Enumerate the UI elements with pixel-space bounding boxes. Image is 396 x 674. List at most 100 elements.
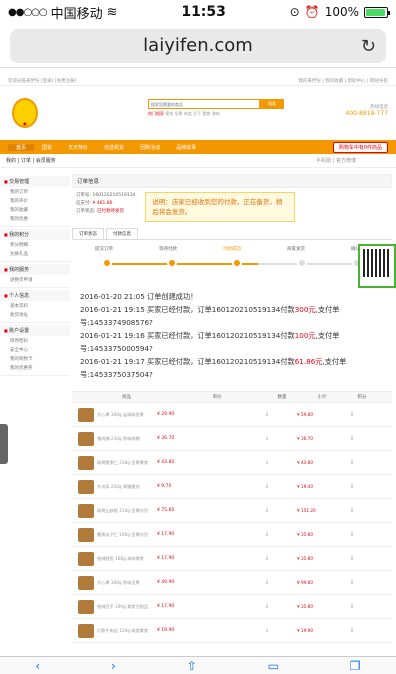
sidebar-item[interactable]: 退换货申请 <box>4 275 70 284</box>
product-thumbnail[interactable] <box>78 479 94 494</box>
product-name[interactable]: 碳烤山核桃 210g 坚果炒货 <box>97 508 157 514</box>
share-icon[interactable]: ⇧ <box>187 659 197 673</box>
product-thumbnail[interactable] <box>78 575 94 590</box>
unit-price: ¥ 17.90 <box>157 556 175 561</box>
product-thumbnail[interactable] <box>78 623 94 638</box>
col-price: 单价 <box>212 395 222 400</box>
table-row: 蟹黄瓜子仁 160g 坚果炒货 ¥ 17.90 2 ¥ 35.80 0 <box>72 523 392 547</box>
sidebar-item[interactable]: 我的订单 <box>4 187 70 196</box>
url-field[interactable]: laiyifen.com ↻ <box>10 28 386 63</box>
product-thumbnail[interactable] <box>78 431 94 446</box>
subtotal: ¥ 35.80 <box>297 604 313 609</box>
site-header: ● 搜索 热门搜索 蜜饯 坚果 肉类 豆干 素食 海味 热线电话 400-881… <box>0 86 396 140</box>
orientation-lock-icon: ⊙ <box>289 5 300 19</box>
product-thumbnail[interactable] <box>78 407 94 422</box>
table-row: 碳烤山核桃 210g 坚果炒货 ¥ 75.60 2 ¥ 151.20 0 <box>72 499 392 523</box>
points: 0 <box>350 484 354 489</box>
sidebar-item[interactable]: 我的评价 <box>4 196 70 205</box>
product-name[interactable]: 蟹黄瓜子仁 160g 坚果炒货 <box>97 532 157 538</box>
product-name[interactable]: 香辣豆干 190g 素食豆制品 <box>97 604 157 610</box>
tabs-icon[interactable]: ❐ <box>350 659 361 673</box>
account-sidebar: 交易管理 我的订单 我的评价 我的收藏 我的优惠 我的积分 积分明细 兑换礼品 … <box>0 174 70 376</box>
sidebar-item[interactable]: 我的购物卡 <box>4 354 70 363</box>
progress-step: 提交订单 <box>95 247 113 252</box>
bookmarks-icon[interactable]: ▭ <box>268 659 279 673</box>
signal-icon: ●●○○○ <box>8 6 48 18</box>
order-amount: ¥ 461.86 <box>92 201 113 206</box>
nav-item-6[interactable]: 品牌故事 <box>168 144 204 151</box>
order-log: 2016-01-20 21:05 订单创建成功！ 2016-01-21 19:1… <box>72 290 392 381</box>
log-text: 2016-01-21 19:16 买家已经付款，订单16012021051913… <box>80 331 295 340</box>
sidebar-item[interactable]: 积分明细 <box>4 240 70 249</box>
table-header: 商品 单价 数量 小计 积分 <box>72 391 392 403</box>
product-thumbnail[interactable] <box>78 527 94 542</box>
account-links[interactable]: 我的来伊份 | 我的收藏 | 帮助中心 | 网站导航 <box>298 78 388 84</box>
product-table: 开心果 160g 盐焗味坚果 ¥ 29.90 2 ¥ 59.80 0 猪肉脯 230g 原… <box>72 403 392 643</box>
site-logo[interactable]: ● <box>12 98 38 128</box>
sidebar-group-title: 账户设置 <box>0 325 70 336</box>
main-nav: 首页 国货 天天特价 自选组货 团购活动 品牌故事 购物车中有0件商品 <box>0 140 396 154</box>
nav-item-5[interactable]: 团购活动 <box>132 144 168 151</box>
search-input[interactable] <box>148 99 260 109</box>
product-name[interactable]: 灯影牛肉丝 120g 肉类零食 <box>97 628 157 634</box>
sidebar-item[interactable]: 我的优惠 <box>4 214 70 223</box>
qr-code-widget[interactable] <box>358 244 396 288</box>
back-icon[interactable]: ‹ <box>35 659 40 673</box>
subtotal: ¥ 35.80 <box>297 532 313 537</box>
hot-search-words[interactable]: 蜜饯 坚果 肉类 豆干 素食 海味 <box>165 111 219 116</box>
table-row: 灯影牛肉丝 120g 肉类零食 ¥ 19.90 1 ¥ 19.90 0 <box>72 619 392 643</box>
product-name[interactable]: 香辣鱿鱼 168g 海味零食 <box>97 556 157 562</box>
col-product: 商品 <box>122 395 131 400</box>
web-page: 欢迎光临来伊份 [登录] [免费注册] 我的来伊份 | 我的收藏 | 帮助中心 … <box>0 76 396 656</box>
quantity: 2 <box>265 484 269 489</box>
log-amount: 100元 <box>294 331 316 340</box>
payment-notice: 说明：店家已经收到您的付款，正在备货，稍后将会发货。 <box>145 192 296 222</box>
breadcrumb-links[interactable]: 我的 | 订单 | 会员服务 <box>6 157 56 164</box>
breadcrumb-right[interactable]: 手机版 | 官方微博 <box>316 157 356 164</box>
nav-item-4[interactable]: 自选组货 <box>96 144 132 151</box>
log-amount: 61.86元 <box>294 357 323 366</box>
product-name[interactable]: 碳烤腰果仁 238g 坚果零食 <box>97 460 157 466</box>
product-name[interactable]: 冬瓜条 250g 果脯蜜饯 <box>97 484 157 490</box>
unit-price: ¥ 75.60 <box>157 508 175 513</box>
sidebar-item[interactable]: 修改密码 <box>4 336 70 345</box>
sidebar-item[interactable]: 我的优惠券 <box>4 363 70 372</box>
sidebar-item[interactable]: 兑换礼品 <box>4 249 70 258</box>
product-thumbnail[interactable] <box>78 599 94 614</box>
hotline: 热线电话 400-8819-777 <box>345 104 388 117</box>
product-thumbnail[interactable] <box>78 455 94 470</box>
product-thumbnail[interactable] <box>78 551 94 566</box>
tab-order-status[interactable]: 订单状态 <box>72 228 104 239</box>
floating-tools[interactable] <box>0 424 8 464</box>
product-thumbnail[interactable] <box>78 503 94 518</box>
product-name[interactable]: 开心果 160g 原味坚果 <box>97 580 157 586</box>
browser-address-bar: laiyifen.com ↻ <box>0 24 396 68</box>
sidebar-item[interactable]: 我的收藏 <box>4 205 70 214</box>
search-button[interactable]: 搜索 <box>260 99 284 109</box>
product-name[interactable]: 开心果 160g 盐焗味坚果 <box>97 412 157 418</box>
nav-item-3[interactable]: 天天特价 <box>60 144 96 151</box>
progress-dot <box>297 258 307 268</box>
unit-price: ¥ 19.90 <box>157 628 175 633</box>
progress-dot <box>232 258 242 268</box>
sidebar-item[interactable]: 基本资料 <box>4 301 70 310</box>
sidebar-item[interactable]: 收货地址 <box>4 310 70 319</box>
forward-icon[interactable]: › <box>111 659 116 673</box>
nav-item-2[interactable]: 国货 <box>34 144 60 151</box>
cart-button[interactable]: 购物车中有0件商品 <box>332 141 388 153</box>
log-text: 2016-01-21 19:15 买家已经付款，订单16012021051913… <box>80 305 295 314</box>
quantity: 2 <box>265 412 269 417</box>
reload-icon[interactable]: ↻ <box>361 36 376 57</box>
quantity: 2 <box>265 556 269 561</box>
points: 0 <box>350 412 354 417</box>
welcome-links[interactable]: 欢迎光临来伊份 [登录] [免费注册] <box>8 78 76 84</box>
nav-item-home[interactable]: 首页 <box>8 143 35 151</box>
clock: 11:53 <box>181 4 226 20</box>
points: 0 <box>350 580 354 585</box>
sidebar-group-title: 我的积分 <box>0 229 70 240</box>
product-name[interactable]: 猪肉脯 230g 原味肉脯 <box>97 436 157 442</box>
tab-payment-info[interactable]: 付款信息 <box>106 228 138 239</box>
progress-step-current: 付款成功 <box>223 247 241 252</box>
sidebar-item[interactable]: 安全中心 <box>4 345 70 354</box>
quantity: 2 <box>265 604 269 609</box>
